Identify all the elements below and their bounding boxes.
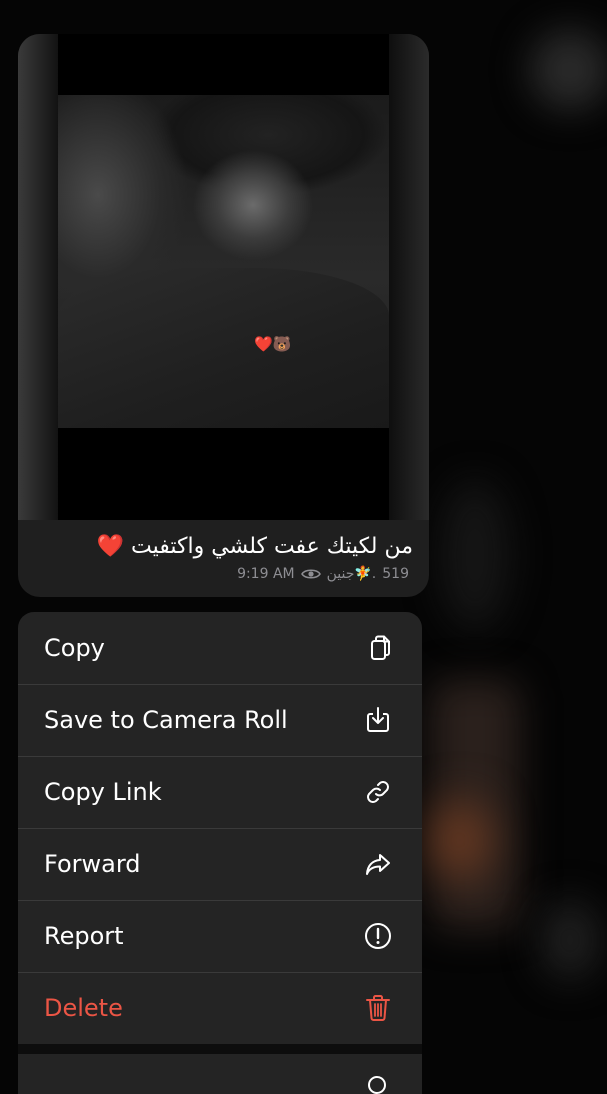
background-blur <box>430 800 490 880</box>
menu-item-label: Copy <box>44 634 105 662</box>
copy-icon <box>362 632 394 664</box>
menu-item-save-to-camera-roll[interactable]: Save to Camera Roll <box>18 684 422 756</box>
background-blur <box>440 480 510 630</box>
photo-shirt <box>58 268 389 428</box>
menu-item-label: Copy Link <box>44 778 162 806</box>
exclamation-circle-icon <box>362 920 394 952</box>
menu-item-label: Report <box>44 922 124 950</box>
message-bubble[interactable]: ❤️🐻 من لكيتك عفت كلشي واكتفيت ❤️ 9:19 AM… <box>18 34 429 597</box>
media-frame: ❤️🐻 <box>18 34 429 520</box>
trash-icon <box>362 992 394 1024</box>
message-author: جنين🧚. <box>326 566 377 582</box>
partial-icon <box>368 1076 386 1094</box>
message-meta: 9:19 AM جنين🧚. 519 <box>237 566 409 582</box>
menu-item-label: Forward <box>44 850 141 878</box>
photo-sticker: ❤️🐻 <box>254 335 292 353</box>
view-count-icon <box>300 567 321 581</box>
background-blur <box>530 30 607 110</box>
menu-item-copy[interactable]: Copy <box>18 612 422 684</box>
menu-separator-gap <box>18 1044 422 1054</box>
message-caption: من لكيتك عفت كلشي واكتفيت ❤️ <box>96 534 413 559</box>
link-icon <box>362 776 394 808</box>
message-photo[interactable]: ❤️🐻 <box>58 95 389 428</box>
menu-item-label: Save to Camera Roll <box>44 706 288 734</box>
save-download-icon <box>362 704 394 736</box>
menu-item-delete[interactable]: Delete <box>18 972 422 1044</box>
menu-item-partial[interactable] <box>18 1054 422 1094</box>
message-views: 519 <box>382 566 409 582</box>
menu-item-label: Delete <box>44 994 123 1022</box>
menu-item-copy-link[interactable]: Copy Link <box>18 756 422 828</box>
context-menu: Copy Save to Camera Roll Copy Link Forwa… <box>18 612 422 1052</box>
menu-item-forward[interactable]: Forward <box>18 828 422 900</box>
forward-arrow-icon <box>362 848 394 880</box>
background-blur <box>540 900 600 980</box>
menu-item-report[interactable]: Report <box>18 900 422 972</box>
message-time: 9:19 AM <box>237 566 295 582</box>
